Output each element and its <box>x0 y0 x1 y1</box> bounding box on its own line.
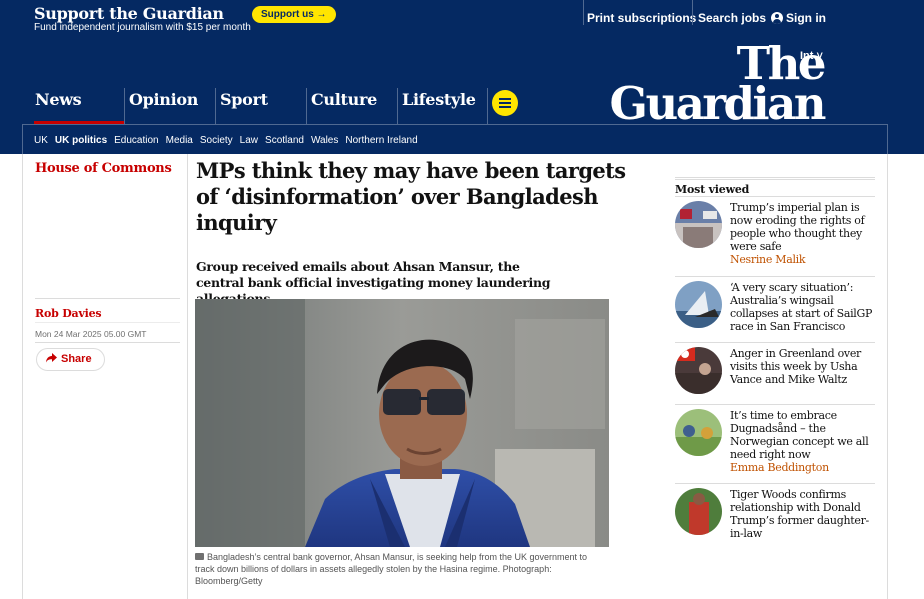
share-icon <box>46 353 57 363</box>
most-viewed-headline: Anger in Greenland over visits this week… <box>730 347 861 386</box>
user-icon <box>771 12 783 24</box>
share-button[interactable]: Share <box>36 348 105 371</box>
subnav-northern-ireland[interactable]: Northern Ireland <box>345 135 417 146</box>
subnav-society[interactable]: Society <box>200 135 233 146</box>
share-label: Share <box>61 353 92 365</box>
logo-line-2: Guardian <box>609 77 827 130</box>
subnav-uk[interactable]: UK <box>34 135 48 146</box>
most-viewed-text: ‘A very scary situation’: Australia’s wi… <box>730 281 875 333</box>
most-viewed-text: It’s time to embrace Dugnadsånd – the No… <box>730 409 875 474</box>
grid-line <box>187 154 188 599</box>
grid-line <box>22 154 23 599</box>
most-viewed-byline: Nesrine Malik <box>730 253 806 266</box>
most-viewed-item[interactable]: Anger in Greenland over visits this week… <box>675 347 875 402</box>
most-viewed-thumbnail <box>675 409 722 456</box>
support-bar: Support the Guardian Fund independent jo… <box>0 0 924 40</box>
publish-date: Mon 24 Mar 2025 05.00 GMT <box>35 329 147 339</box>
guardian-logo[interactable]: The Guardian <box>604 41 827 130</box>
section-label[interactable]: House of Commons <box>35 161 172 176</box>
most-viewed-thumbnail <box>675 488 722 535</box>
most-viewed-byline: Emma Beddington <box>730 461 829 474</box>
subnav-media[interactable]: Media <box>166 135 193 146</box>
pillar-sport[interactable]: Sport <box>216 90 268 124</box>
divider <box>35 298 180 299</box>
most-viewed-thumbnail <box>675 281 722 328</box>
subnav-law[interactable]: Law <box>240 135 258 146</box>
divider <box>35 322 180 323</box>
divider <box>675 483 875 484</box>
pillar-opinion[interactable]: Opinion <box>125 90 198 124</box>
most-viewed-headline: It’s time to embrace Dugnadsånd – the No… <box>730 409 869 461</box>
article-main-image <box>195 299 609 547</box>
most-viewed-headline: ‘A very scary situation’: Australia’s wi… <box>730 281 873 333</box>
article-headline: MPs think they may have been targets of … <box>196 158 626 235</box>
subnav-education[interactable]: Education <box>114 135 158 146</box>
subnav-uk-politics[interactable]: UK politics <box>55 135 107 146</box>
divider <box>692 0 693 25</box>
author-link[interactable]: Rob Davies <box>35 307 102 320</box>
support-subtitle: Fund independent journalism with $15 per… <box>34 22 251 33</box>
print-subscriptions-link[interactable]: Print subscriptions <box>587 11 696 25</box>
most-viewed-text: Trump’s imperial plan is now eroding the… <box>730 201 875 266</box>
most-viewed-text: Anger in Greenland over visits this week… <box>730 347 875 386</box>
most-viewed-title: Most viewed <box>675 183 750 196</box>
most-viewed-text: Tiger Woods confirms relationship with D… <box>730 488 875 540</box>
pillar-culture[interactable]: Culture <box>307 90 377 124</box>
divider <box>583 0 584 25</box>
most-viewed-thumbnail <box>675 347 722 394</box>
search-jobs-link[interactable]: Search jobs <box>698 11 766 25</box>
divider <box>487 88 488 124</box>
pillar-news[interactable]: News <box>31 90 82 124</box>
most-viewed-thumbnail <box>675 201 722 248</box>
caption-text: Bangladesh’s central bank governor, Ahsa… <box>195 552 588 586</box>
most-viewed-item[interactable]: Tiger Woods confirms relationship with D… <box>675 488 875 548</box>
most-viewed-item[interactable]: Trump’s imperial plan is now eroding the… <box>675 201 875 273</box>
camera-icon <box>195 553 204 560</box>
site-header: Int ˅ The Guardian News Opinion Sport Cu… <box>0 40 924 154</box>
support-us-button[interactable]: Support us → <box>252 6 336 23</box>
most-viewed-item[interactable]: ‘A very scary situation’: Australia’s wi… <box>675 281 875 341</box>
pillar-lifestyle[interactable]: Lifestyle <box>398 90 476 124</box>
divider <box>675 177 875 178</box>
divider <box>675 342 875 343</box>
divider <box>675 404 875 405</box>
sign-in-label: Sign in <box>786 11 826 25</box>
menu-button[interactable] <box>492 90 518 116</box>
divider <box>675 179 875 180</box>
grid-line <box>887 154 888 599</box>
subnav: UK UK politics Education Media Society Law Sco… <box>34 135 425 146</box>
divider <box>675 276 875 277</box>
sign-in-link[interactable]: Sign in <box>771 11 826 25</box>
most-viewed-headline: Tiger Woods confirms relationship with D… <box>730 488 869 540</box>
most-viewed-headline: Trump’s imperial plan is now eroding the… <box>730 201 865 253</box>
subnav-wales[interactable]: Wales <box>311 135 338 146</box>
divider <box>675 196 875 197</box>
subnav-scotland[interactable]: Scotland <box>265 135 304 146</box>
support-title[interactable]: Support the Guardian <box>34 4 224 23</box>
divider <box>35 342 180 343</box>
image-caption: Bangladesh’s central bank governor, Ahsa… <box>195 551 609 587</box>
most-viewed-item[interactable]: It’s time to embrace Dugnadsånd – the No… <box>675 409 875 481</box>
